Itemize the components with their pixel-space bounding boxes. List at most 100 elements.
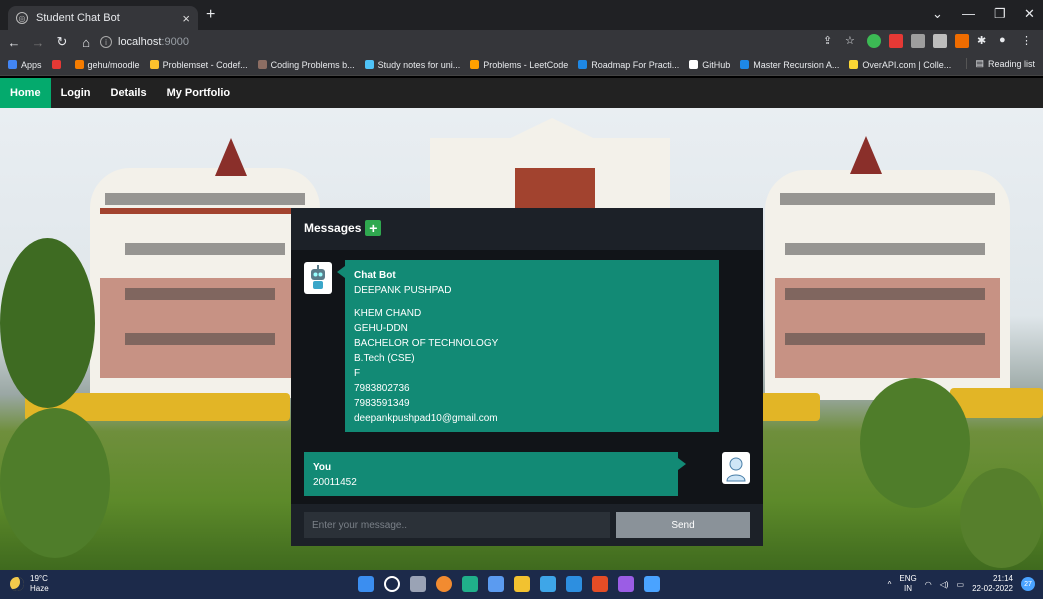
- forward-icon[interactable]: →: [28, 35, 48, 50]
- extension-green-icon[interactable]: [867, 34, 881, 48]
- tab-search-icon[interactable]: ⌄: [932, 6, 943, 22]
- extension-doc-icon[interactable]: [933, 34, 947, 48]
- add-icon[interactable]: +: [365, 220, 382, 236]
- close-window-button[interactable]: ✕: [1024, 6, 1035, 22]
- search-icon[interactable]: [384, 576, 400, 592]
- weather-widget[interactable]: 19°C Haze: [10, 574, 49, 594]
- back-icon[interactable]: ←: [4, 35, 24, 50]
- bot-line: KHEM CHAND: [354, 308, 422, 319]
- bookmark-label: Roadmap For Practi...: [591, 59, 680, 70]
- taskbar-apps: [358, 576, 660, 592]
- file-explorer-icon[interactable]: [514, 576, 530, 592]
- task-view-icon[interactable]: [410, 576, 426, 592]
- bot-message: Chat Bot DEEPANK PUSHPAD KHEM CHAND GEHU…: [337, 260, 719, 432]
- nav-login[interactable]: Login: [51, 78, 101, 108]
- message-input[interactable]: [304, 512, 610, 538]
- extension-grid-icon[interactable]: [911, 34, 925, 48]
- extension-icons: ⇪ ☆ ✱ ● ⋮: [823, 34, 1035, 48]
- chrome-icon[interactable]: [436, 576, 452, 592]
- tab-close-icon[interactable]: ×: [182, 11, 190, 26]
- send-button[interactable]: Send: [616, 512, 750, 538]
- browser-tab[interactable]: ◎ Student Chat Bot ×: [8, 6, 198, 30]
- extension-orange-icon[interactable]: [955, 34, 969, 48]
- visual-studio-icon[interactable]: [618, 576, 634, 592]
- language-indicator[interactable]: ENG IN: [899, 574, 916, 594]
- user-name: You: [313, 462, 332, 473]
- bookmark-favicon-icon: [740, 60, 750, 69]
- volume-icon[interactable]: ◁): [940, 580, 949, 589]
- bookmark-item[interactable]: Coding Problems b...: [257, 59, 355, 70]
- bookmark-item[interactable]: [51, 60, 65, 69]
- bookmark-item[interactable]: Study notes for uni...: [364, 59, 461, 70]
- maximize-button[interactable]: ❐: [994, 6, 1006, 22]
- reload-icon[interactable]: ↻: [52, 34, 72, 50]
- profile-icon[interactable]: ●: [999, 34, 1013, 48]
- weather-temp: 19°C: [30, 574, 48, 583]
- bookmarks-bar: Apps gehu/moodle Problemset - Codef... Codi…: [0, 54, 1043, 76]
- nav-my-portfolio[interactable]: My Portfolio: [157, 78, 241, 108]
- system-tray: ^ ENG IN ◠ ◁) ▭ 21:14 22-02-2022 27: [888, 574, 1035, 594]
- bookmark-item[interactable]: GitHub: [689, 60, 730, 70]
- store-icon[interactable]: [540, 576, 556, 592]
- bookmark-label: Problems - LeetCode: [483, 59, 569, 70]
- bookmark-label: gehu/moodle: [87, 59, 140, 70]
- bookmark-label: Coding Problems b...: [270, 59, 355, 70]
- url-field[interactable]: i localhost:9000: [100, 32, 800, 52]
- bookmark-label: Study notes for uni...: [377, 59, 461, 70]
- bot-line: 7983591349: [354, 398, 410, 409]
- lang-top: ENG: [899, 574, 917, 583]
- bookmark-favicon-icon: [470, 60, 480, 69]
- bookmark-item[interactable]: Problems - LeetCode: [470, 60, 568, 70]
- terminal-icon[interactable]: [644, 576, 660, 592]
- wifi-icon[interactable]: ◠: [925, 580, 932, 589]
- new-tab-button[interactable]: +: [206, 6, 215, 24]
- bookmark-item[interactable]: Apps: [8, 60, 42, 70]
- extension-red-icon[interactable]: [889, 34, 903, 48]
- globe-icon: ◎: [16, 12, 28, 24]
- clock[interactable]: 21:14 22-02-2022: [972, 574, 1013, 594]
- bookmark-item[interactable]: OverAPI.com | Colle...: [849, 60, 951, 70]
- app-l-icon[interactable]: [462, 576, 478, 592]
- puzzle-icon[interactable]: ✱: [977, 34, 991, 48]
- teams-icon[interactable]: [488, 576, 504, 592]
- chat-header: Messages +: [304, 220, 382, 236]
- bookmark-label: OverAPI.com | Colle...: [862, 59, 952, 70]
- tab-title: Student Chat Bot: [36, 12, 120, 24]
- nav-home[interactable]: Home: [0, 78, 51, 108]
- bookmark-favicon-icon: [149, 60, 159, 69]
- clock-time: 21:14: [992, 574, 1013, 583]
- bot-line: DEEPANK PUSHPAD: [354, 285, 452, 296]
- start-icon[interactable]: [358, 576, 374, 592]
- chevron-up-icon[interactable]: ^: [888, 580, 892, 589]
- url-port: :9000: [161, 36, 189, 48]
- browser-tab-bar: ◎ Student Chat Bot × + ⌄ — ❐ ✕: [0, 0, 1043, 30]
- bookmark-item[interactable]: Master Recursion A...: [740, 60, 839, 70]
- minimize-button[interactable]: —: [962, 6, 975, 21]
- battery-icon[interactable]: ▭: [957, 580, 965, 589]
- bookmark-item[interactable]: Problemset - Codef...: [149, 60, 248, 70]
- bookmark-favicon-icon: [74, 60, 84, 69]
- bookmark-favicon-icon: [578, 60, 588, 69]
- bookmark-item[interactable]: gehu/moodle: [74, 59, 140, 70]
- home-icon[interactable]: ⌂: [76, 35, 96, 50]
- bot-name: Chat Bot: [354, 270, 396, 281]
- menu-icon[interactable]: ⋮: [1021, 34, 1035, 48]
- star-icon[interactable]: ☆: [845, 34, 859, 48]
- reading-list-button[interactable]: ▤ Reading list: [966, 58, 1035, 69]
- bot-line: BACHELOR OF TECHNOLOGY: [354, 338, 499, 349]
- bot-line: B.Tech (CSE): [354, 353, 415, 364]
- notification-badge[interactable]: 27: [1021, 577, 1035, 591]
- warning-app-icon[interactable]: [592, 576, 608, 592]
- chat-header-title: Messages: [304, 221, 362, 235]
- chat-panel: Messages + Chat Bot DEEPANK PUSHPAD KHEM…: [291, 208, 763, 546]
- bookmark-item[interactable]: Roadmap For Practi...: [578, 60, 679, 70]
- robot-icon: [311, 265, 325, 289]
- taskbar: 19°C Haze ^ ENG IN ◠ ◁) ▭ 21:14 22-02-20…: [0, 570, 1043, 599]
- bot-line: F: [354, 368, 361, 379]
- info-icon[interactable]: i: [100, 36, 112, 48]
- bot-line: 7983802736: [354, 383, 410, 394]
- site-nav: Home Login Details My Portfolio: [0, 78, 1043, 108]
- share-icon[interactable]: ⇪: [823, 34, 837, 48]
- nav-details[interactable]: Details: [101, 78, 157, 108]
- vscode-icon[interactable]: [566, 576, 582, 592]
